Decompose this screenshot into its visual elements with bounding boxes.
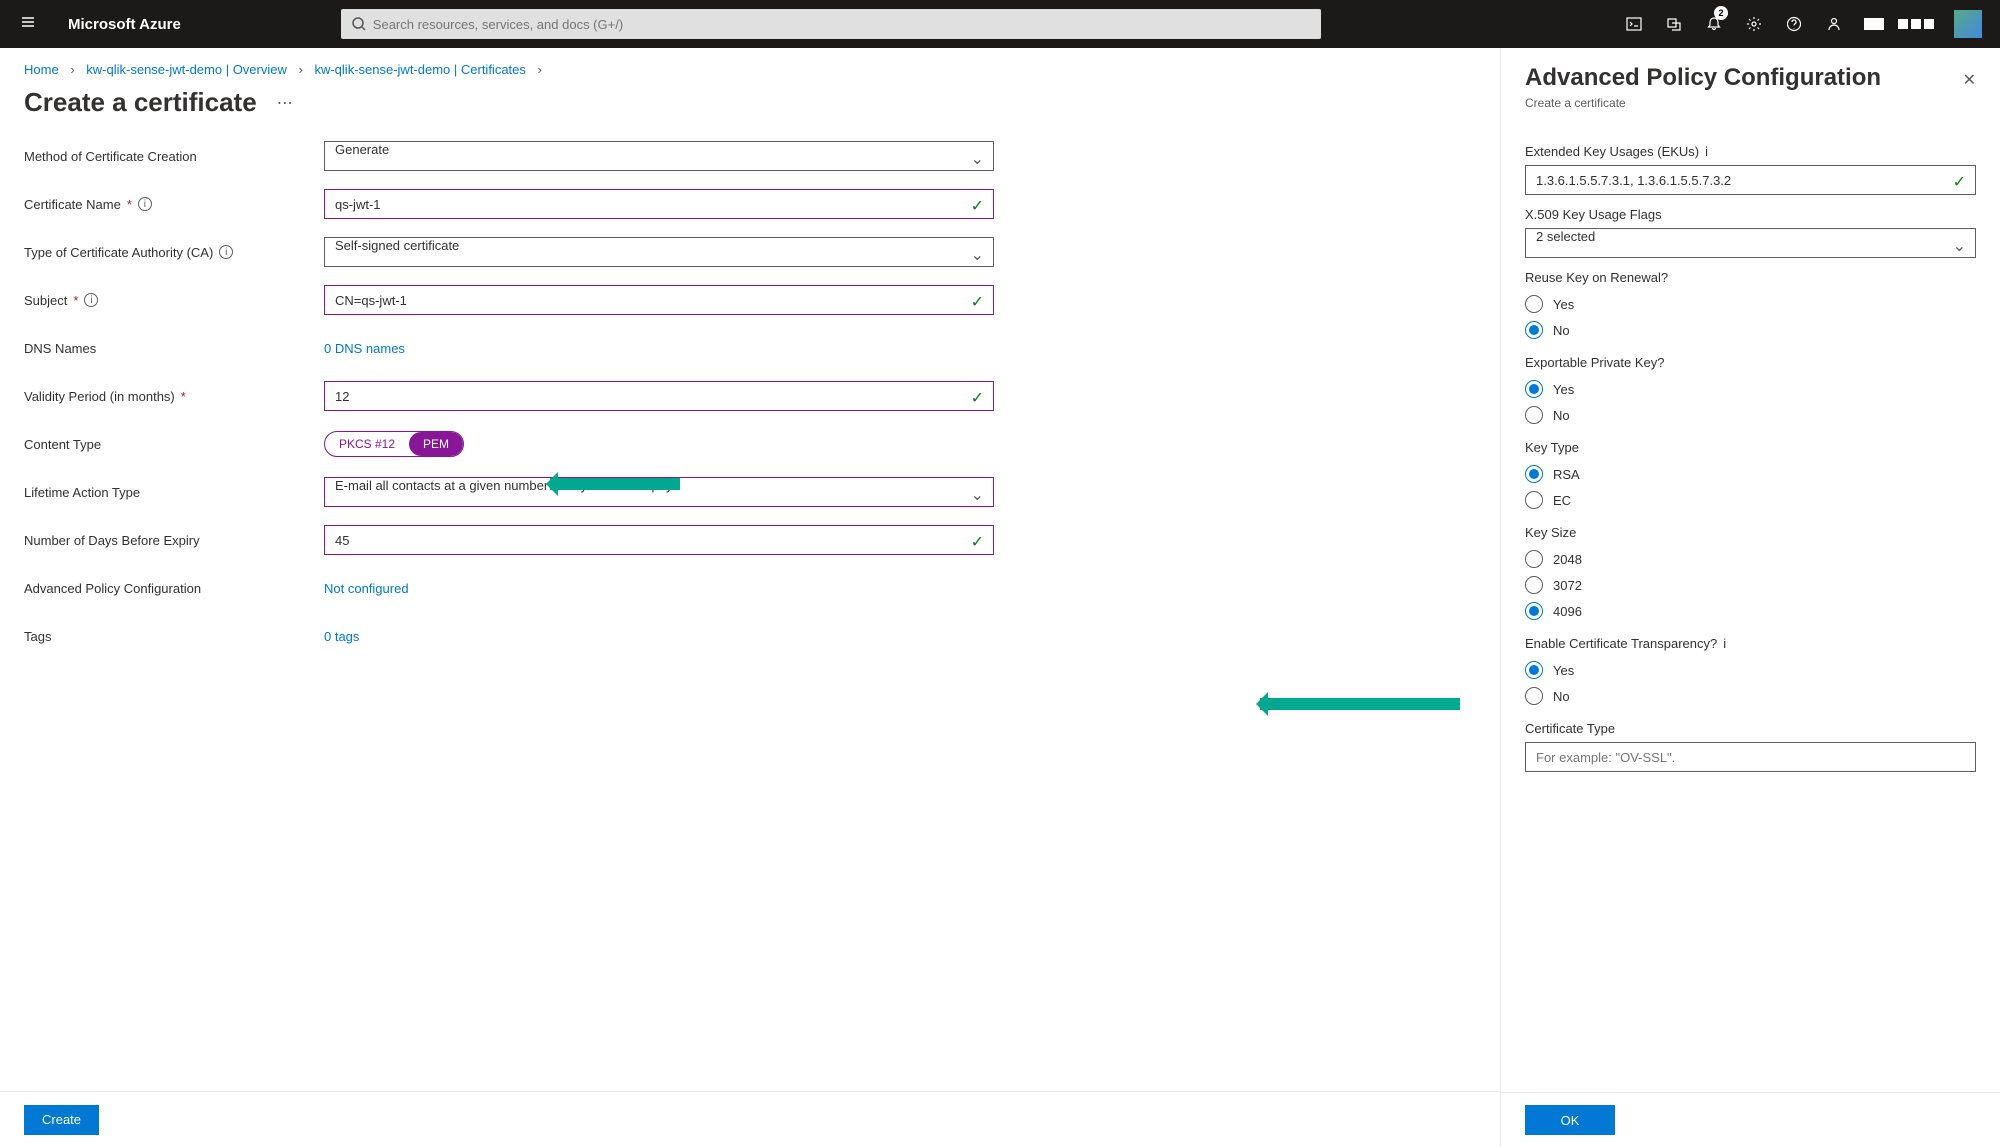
x509-label: X.509 Key Usage Flags xyxy=(1525,207,1976,222)
reuse-no[interactable]: No xyxy=(1525,317,1976,343)
eku-label: Extended Key Usages (EKUs)i xyxy=(1525,144,1976,159)
cloud-shell-icon[interactable] xyxy=(1614,0,1654,48)
page-title: Create a certificate xyxy=(24,87,257,118)
feedback-icon[interactable] xyxy=(1814,0,1854,48)
annotation-arrow-content-type xyxy=(550,478,680,490)
more-actions[interactable]: ⋯ xyxy=(277,93,293,113)
reuse-yes[interactable]: Yes xyxy=(1525,291,1976,317)
keysize-2048[interactable]: 2048 xyxy=(1525,546,1976,572)
days-label: Number of Days Before Expiry xyxy=(24,533,324,548)
help-icon[interactable] xyxy=(1774,0,1814,48)
transparency-yes[interactable]: Yes xyxy=(1525,657,1976,683)
panel-subtitle: Create a certificate xyxy=(1501,96,2000,124)
keysize-radio-group: 2048 3072 4096 xyxy=(1525,546,1976,624)
method-label: Method of Certificate Creation xyxy=(24,149,324,164)
export-label: Exportable Private Key? xyxy=(1525,355,1976,370)
check-icon: ✓ xyxy=(971,292,984,312)
cert-name-label: Certificate Name*i xyxy=(24,197,324,212)
close-icon[interactable]: ✕ xyxy=(1963,64,1976,90)
brand-label: Microsoft Azure xyxy=(48,16,201,33)
chevron-right-icon: › xyxy=(538,62,542,77)
certtype-label: Certificate Type xyxy=(1525,721,1976,736)
adv-policy-link[interactable]: Not configured xyxy=(324,575,409,602)
keytype-rsa[interactable]: RSA xyxy=(1525,461,1976,487)
content-type-label: Content Type xyxy=(24,437,324,452)
info-icon[interactable]: i xyxy=(219,245,233,259)
check-icon: ✓ xyxy=(1953,172,1966,192)
keysize-label: Key Size xyxy=(1525,525,1976,540)
notification-badge: 2 xyxy=(1714,6,1728,20)
hamburger-menu[interactable] xyxy=(8,14,48,35)
chevron-right-icon: › xyxy=(299,62,303,77)
dns-names-link[interactable]: 0 DNS names xyxy=(324,335,405,362)
directories-icon[interactable] xyxy=(1654,0,1694,48)
notifications-icon[interactable]: 2 xyxy=(1694,0,1734,48)
reuse-label: Reuse Key on Renewal? xyxy=(1525,270,1976,285)
check-icon: ✓ xyxy=(971,388,984,408)
search-icon xyxy=(351,16,367,37)
info-icon[interactable]: i xyxy=(1723,636,1726,651)
dns-label: DNS Names xyxy=(24,341,324,356)
subject-label: Subject*i xyxy=(24,293,324,308)
keysize-3072[interactable]: 3072 xyxy=(1525,572,1976,598)
chevron-right-icon: › xyxy=(70,62,74,77)
avatar[interactable] xyxy=(1954,10,1982,38)
eku-input[interactable] xyxy=(1525,165,1976,195)
content-type-toggle[interactable]: PKCS #12 PEM xyxy=(324,431,464,457)
create-button[interactable]: Create xyxy=(24,1105,99,1135)
validity-input[interactable] xyxy=(324,381,994,411)
export-yes[interactable]: Yes xyxy=(1525,376,1976,402)
method-select[interactable]: Generate xyxy=(324,141,994,171)
account-placeholder xyxy=(1864,18,1884,30)
certtype-input[interactable] xyxy=(1525,742,1976,772)
subject-input[interactable] xyxy=(324,285,994,315)
keysize-4096[interactable]: 4096 xyxy=(1525,598,1976,624)
keytype-label: Key Type xyxy=(1525,440,1976,455)
transparency-label: Enable Certificate Transparency?i xyxy=(1525,636,1976,651)
annotation-arrow-keysize xyxy=(1260,698,1460,710)
transparency-radio-group: Yes No xyxy=(1525,657,1976,709)
content-type-pkcs12[interactable]: PKCS #12 xyxy=(325,432,409,456)
export-no[interactable]: No xyxy=(1525,402,1976,428)
export-radio-group: Yes No xyxy=(1525,376,1976,428)
ca-select[interactable]: Self-signed certificate xyxy=(324,237,994,267)
ok-button[interactable]: OK xyxy=(1525,1105,1615,1135)
info-icon[interactable]: i xyxy=(84,293,98,307)
menu-icon xyxy=(20,14,36,30)
x509-select[interactable]: 2 selected xyxy=(1525,228,1976,258)
ca-label: Type of Certificate Authority (CA)i xyxy=(24,245,324,260)
info-icon[interactable]: i xyxy=(1705,144,1708,159)
transparency-no[interactable]: No xyxy=(1525,683,1976,709)
adv-policy-label: Advanced Policy Configuration xyxy=(24,581,324,596)
check-icon: ✓ xyxy=(971,196,984,216)
lifetime-label: Lifetime Action Type xyxy=(24,485,324,500)
window-controls xyxy=(1898,19,1934,29)
content-type-pem[interactable]: PEM xyxy=(409,432,463,456)
breadcrumb-home[interactable]: Home xyxy=(24,62,59,77)
cert-name-input[interactable] xyxy=(324,189,994,219)
global-search-input[interactable] xyxy=(341,9,1321,39)
validity-label: Validity Period (in months)* xyxy=(24,389,324,404)
breadcrumb-overview[interactable]: kw-qlik-sense-jwt-demo | Overview xyxy=(86,62,287,77)
reuse-radio-group: Yes No xyxy=(1525,291,1976,343)
info-icon[interactable]: i xyxy=(138,197,152,211)
breadcrumb-certificates[interactable]: kw-qlik-sense-jwt-demo | Certificates xyxy=(314,62,525,77)
keytype-radio-group: RSA EC xyxy=(1525,461,1976,513)
tags-link[interactable]: 0 tags xyxy=(324,623,359,650)
days-input[interactable] xyxy=(324,525,994,555)
check-icon: ✓ xyxy=(971,532,984,552)
settings-icon[interactable] xyxy=(1734,0,1774,48)
panel-title: Advanced Policy Configuration xyxy=(1525,64,1963,92)
tags-label: Tags xyxy=(24,629,324,644)
keytype-ec[interactable]: EC xyxy=(1525,487,1976,513)
advanced-policy-panel: Advanced Policy Configuration ✕ Create a… xyxy=(1500,48,2000,1147)
